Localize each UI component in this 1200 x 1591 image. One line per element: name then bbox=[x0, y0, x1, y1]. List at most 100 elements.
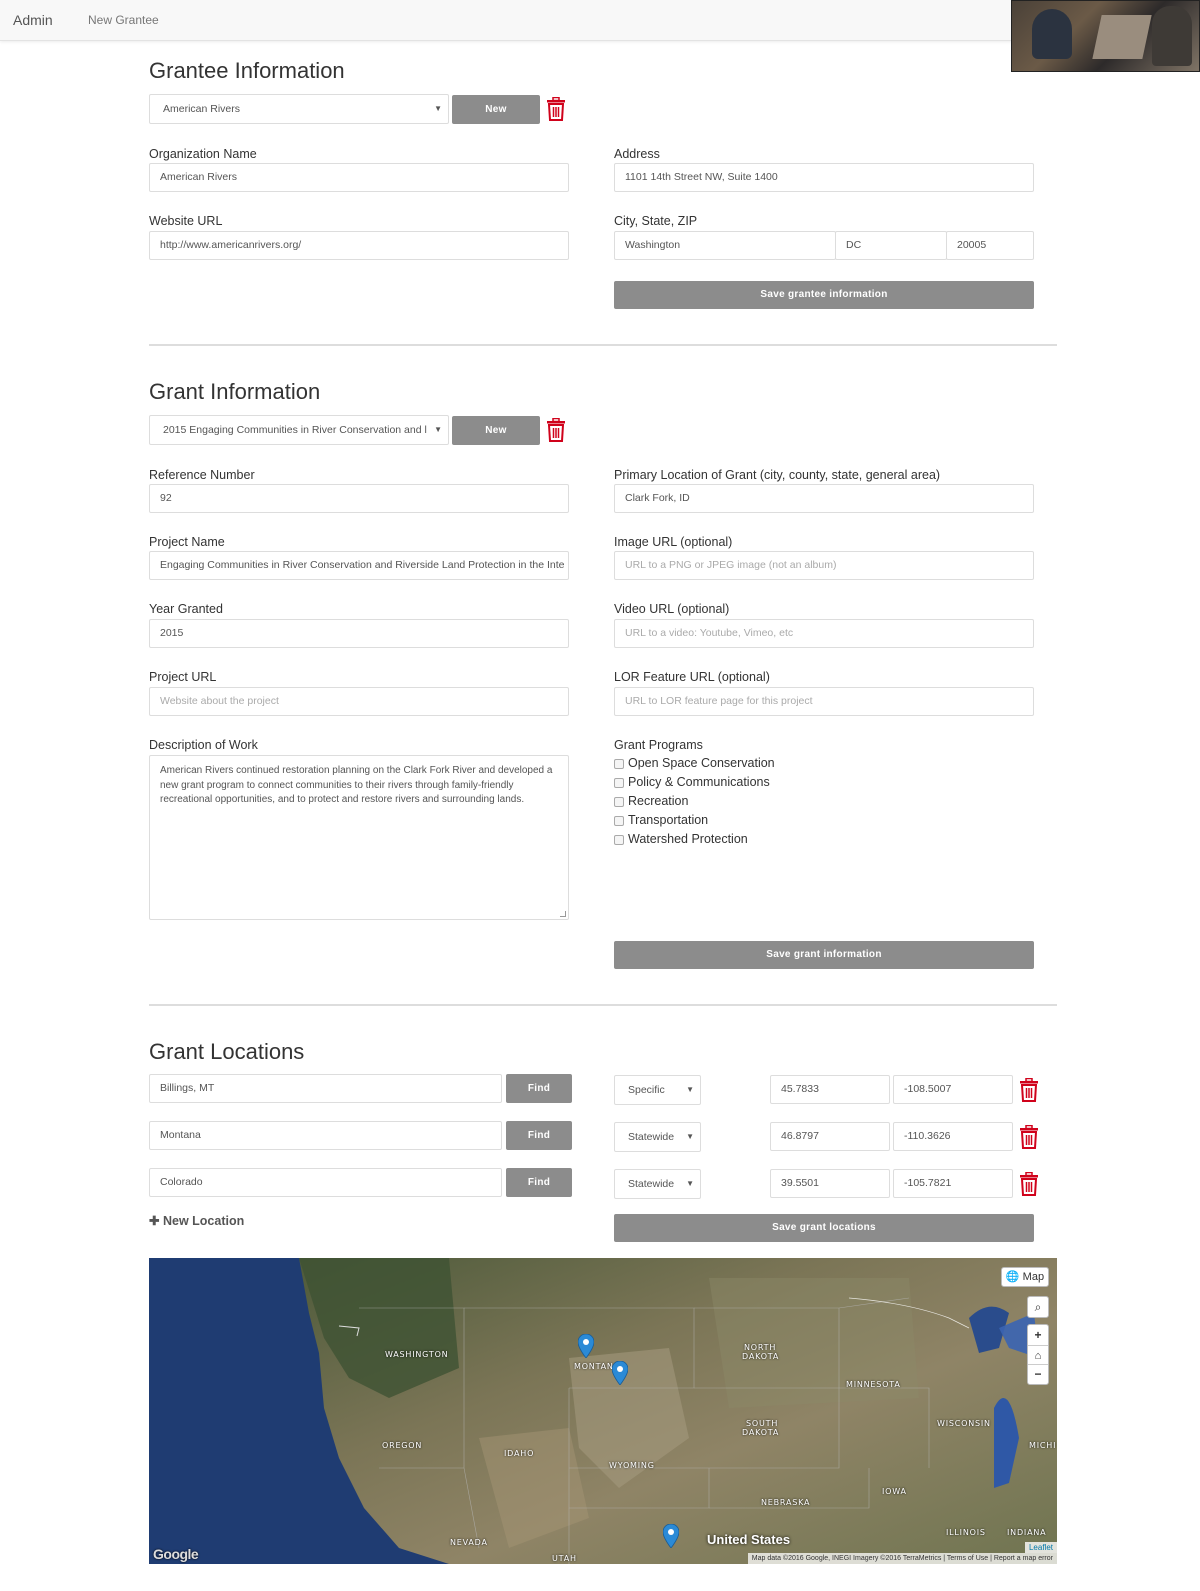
image-url-input[interactable]: URL to a PNG or JPEG image (not an album… bbox=[614, 551, 1034, 580]
address-label: Address bbox=[614, 147, 660, 161]
grantee-heading: Grantee Information bbox=[149, 58, 345, 83]
latitude-input[interactable]: 39.5501 bbox=[770, 1169, 890, 1198]
longitude-input[interactable]: -110.3626 bbox=[893, 1122, 1013, 1151]
website-input[interactable]: http://www.americanrivers.org/ bbox=[149, 231, 569, 260]
chevron-down-icon: ▼ bbox=[434, 425, 442, 434]
map-label: DAKOTA bbox=[742, 1428, 780, 1437]
reference-number-label: Reference Number bbox=[149, 468, 255, 482]
location-scope-select[interactable]: Statewide ▼ bbox=[614, 1122, 701, 1152]
save-grant-button[interactable]: Save grant information bbox=[614, 941, 1034, 969]
map-label: NEBRASKA bbox=[761, 1498, 811, 1507]
new-grant-button[interactable]: New bbox=[452, 416, 540, 445]
home-icon[interactable]: ⌂ bbox=[1028, 1345, 1048, 1365]
location-place-input[interactable]: Colorado bbox=[149, 1168, 502, 1197]
map-label: MINNESOTA bbox=[846, 1380, 901, 1389]
primary-location-label: Primary Location of Grant (city, county,… bbox=[614, 468, 941, 482]
description-text: American Rivers continued restoration pl… bbox=[160, 765, 553, 805]
description-label: Description of Work bbox=[149, 738, 258, 752]
video-url-input[interactable]: URL to a video: Youtube, Vimeo, etc bbox=[614, 619, 1034, 648]
map-marker-icon[interactable] bbox=[663, 1524, 679, 1548]
search-icon: ⌕ bbox=[1034, 1300, 1042, 1314]
latitude-input[interactable]: 46.8797 bbox=[770, 1122, 890, 1151]
lor-feature-url-label: LOR Feature URL (optional) bbox=[614, 670, 770, 684]
trash-icon[interactable] bbox=[546, 97, 566, 121]
map-label: OREGON bbox=[382, 1441, 423, 1450]
city-state-zip-label: City, State, ZIP bbox=[614, 214, 698, 228]
project-name-input[interactable]: Engaging Communities in River Conservati… bbox=[149, 551, 569, 580]
globe-icon: 🌐 bbox=[1005, 1271, 1020, 1283]
map-label: IOWA bbox=[882, 1487, 907, 1496]
org-name-label: Organization Name bbox=[149, 147, 257, 161]
map-layer-button[interactable]: 🌐 Map bbox=[1001, 1267, 1049, 1287]
section-divider bbox=[149, 344, 1057, 346]
primary-location-input[interactable]: Clark Fork, ID bbox=[614, 484, 1034, 513]
map-label: SOUTH bbox=[746, 1419, 779, 1428]
grant-select[interactable]: 2015 Engaging Communities in River Conse… bbox=[149, 415, 449, 445]
checkbox[interactable] bbox=[614, 759, 624, 769]
checkbox[interactable] bbox=[614, 797, 624, 807]
project-name-label: Project Name bbox=[149, 535, 225, 549]
location-place-input[interactable]: Montana bbox=[149, 1121, 502, 1150]
year-granted-input[interactable]: 2015 bbox=[149, 619, 569, 648]
description-textarea[interactable]: American Rivers continued restoration pl… bbox=[149, 755, 569, 920]
trash-icon[interactable] bbox=[1019, 1125, 1039, 1149]
checkbox[interactable] bbox=[614, 835, 624, 845]
location-scope-select[interactable]: Statewide ▼ bbox=[614, 1169, 701, 1199]
map-zoom-controls: + ⌂ − bbox=[1027, 1324, 1049, 1385]
org-name-input[interactable]: American Rivers bbox=[149, 163, 569, 192]
grantee-select-value: American Rivers bbox=[163, 103, 241, 115]
reference-number-input[interactable]: 92 bbox=[149, 484, 569, 513]
new-location-link[interactable]: ✚ New Location bbox=[149, 1213, 244, 1228]
chevron-down-icon: ▼ bbox=[434, 104, 442, 113]
map-marker-icon[interactable] bbox=[612, 1361, 628, 1385]
find-location-button[interactable]: Find bbox=[506, 1121, 572, 1150]
find-location-button[interactable]: Find bbox=[506, 1074, 572, 1103]
map-label: WYOMING bbox=[609, 1461, 655, 1470]
find-location-button[interactable]: Find bbox=[506, 1168, 572, 1197]
save-locations-button[interactable]: Save grant locations bbox=[614, 1214, 1034, 1242]
address-input[interactable]: 1101 14th Street NW, Suite 1400 bbox=[614, 163, 1034, 192]
website-label: Website URL bbox=[149, 214, 223, 228]
zoom-out-icon[interactable]: − bbox=[1028, 1365, 1048, 1384]
grant-select-value: 2015 Engaging Communities in River Conse… bbox=[163, 424, 427, 436]
leaflet-attribution-link[interactable]: Leaflet bbox=[1024, 1542, 1057, 1553]
state-input[interactable]: DC bbox=[835, 231, 947, 260]
video-url-label: Video URL (optional) bbox=[614, 602, 730, 616]
map-label: DAKOTA bbox=[742, 1352, 780, 1361]
map-label: IDAHO bbox=[504, 1449, 535, 1458]
nav-brand-admin[interactable]: Admin bbox=[13, 12, 53, 28]
project-url-label: Project URL bbox=[149, 670, 217, 684]
checkbox[interactable] bbox=[614, 778, 624, 788]
location-scope-select[interactable]: Specific ▼ bbox=[614, 1075, 701, 1105]
trash-icon[interactable] bbox=[546, 418, 566, 442]
lor-feature-url-input[interactable]: URL to LOR feature page for this project bbox=[614, 687, 1034, 716]
trash-icon[interactable] bbox=[1019, 1078, 1039, 1102]
new-grantee-button[interactable]: New bbox=[452, 95, 540, 124]
zip-input[interactable]: 20005 bbox=[946, 231, 1034, 260]
webcam-overlay-image bbox=[1011, 0, 1200, 72]
checkbox[interactable] bbox=[614, 816, 624, 826]
grant-programs-label: Grant Programs bbox=[614, 738, 703, 752]
section-divider bbox=[149, 1004, 1057, 1006]
longitude-input[interactable]: -105.7821 bbox=[893, 1169, 1013, 1198]
nav-link-new-grantee[interactable]: New Grantee bbox=[88, 13, 159, 27]
map-search-button[interactable]: ⌕ bbox=[1027, 1296, 1049, 1318]
trash-icon[interactable] bbox=[1019, 1172, 1039, 1196]
map-marker-icon[interactable] bbox=[578, 1334, 594, 1358]
city-input[interactable]: Washington bbox=[614, 231, 836, 260]
zoom-in-icon[interactable]: + bbox=[1028, 1325, 1048, 1345]
map-label: INDIANA bbox=[1007, 1528, 1047, 1537]
resize-handle[interactable] bbox=[560, 911, 566, 917]
project-url-input[interactable]: Website about the project bbox=[149, 687, 569, 716]
longitude-input[interactable]: -108.5007 bbox=[893, 1075, 1013, 1104]
map-terrain bbox=[149, 1258, 1057, 1564]
grantee-select[interactable]: American Rivers ▼ bbox=[149, 94, 449, 124]
map-label: MICHI bbox=[1029, 1441, 1057, 1450]
save-grantee-button[interactable]: Save grantee information bbox=[614, 281, 1034, 309]
latitude-input[interactable]: 45.7833 bbox=[770, 1075, 890, 1104]
location-place-input[interactable]: Billings, MT bbox=[149, 1074, 502, 1103]
plus-icon: ✚ bbox=[149, 1214, 160, 1228]
year-granted-label: Year Granted bbox=[149, 602, 223, 616]
locations-map[interactable]: WASHINGTON MONTANA NORTH DAKOTA MINNESOT… bbox=[149, 1258, 1057, 1564]
map-label: WISCONSIN bbox=[937, 1419, 991, 1428]
